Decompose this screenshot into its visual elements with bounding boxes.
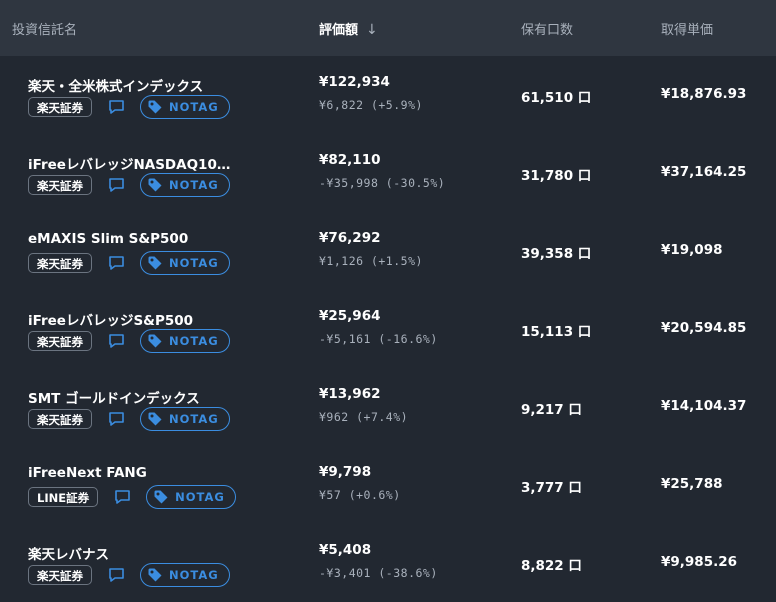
notag-label: NOTAG (169, 100, 219, 114)
fund-name[interactable]: eMAXIS Slim S&P500 (28, 231, 188, 247)
units-value: 3,777 口 (521, 480, 582, 496)
notag-label: NOTAG (175, 490, 225, 504)
units-value: 31,780 口 (521, 168, 592, 184)
notag-button[interactable]: NOTAG (140, 251, 230, 275)
comment-icon[interactable] (113, 488, 131, 506)
fund-name[interactable]: 楽天・全米株式インデックス (28, 75, 203, 95)
column-header-unit-price[interactable]: 取得単価 (661, 19, 713, 38)
unit-price-value: ¥14,104.37 (661, 398, 747, 414)
table-row[interactable]: SMT ゴールドインデックス 楽天証券 NOTAG ¥13,962 ¥962 (… (0, 368, 776, 446)
valuation-value: ¥82,110 (319, 152, 381, 168)
valuation-change: -¥35,998 (-30.5%) (319, 176, 446, 190)
unit-price-value: ¥25,788 (661, 476, 723, 492)
tag-icon (148, 178, 162, 192)
notag-label: NOTAG (169, 334, 219, 348)
notag-button[interactable]: NOTAG (140, 563, 230, 587)
fund-name[interactable]: iFreeレバレッジS&P500 (28, 309, 193, 329)
table-row[interactable]: 楽天・全米株式インデックス 楽天証券 NOTAG ¥122,934 ¥6,822… (0, 56, 776, 134)
valuation-change: -¥3,401 (-38.6%) (319, 566, 438, 580)
valuation-value: ¥13,962 (319, 386, 381, 402)
notag-button[interactable]: NOTAG (140, 95, 230, 119)
unit-price-value: ¥18,876.93 (661, 86, 747, 102)
unit-price-value: ¥19,098 (661, 242, 723, 258)
valuation-value: ¥5,408 (319, 542, 372, 558)
fund-name[interactable]: SMT ゴールドインデックス (28, 387, 200, 407)
comment-icon[interactable] (107, 176, 125, 194)
valuation-change: ¥962 (+7.4%) (319, 410, 409, 424)
table-row[interactable]: iFreeNext FANG LINE証券 NOTAG ¥9,798 ¥57 (… (0, 446, 776, 524)
units-value: 8,822 口 (521, 558, 582, 574)
table-header: 投資信託名 評価額 ↓ 保有口数 取得単価 (0, 0, 776, 56)
sort-down-icon: ↓ (366, 21, 378, 38)
broker-badge: 楽天証券 (28, 175, 92, 195)
units-value: 9,217 口 (521, 402, 582, 418)
table-body: 楽天・全米株式インデックス 楽天証券 NOTAG ¥122,934 ¥6,822… (0, 56, 776, 602)
tag-icon (154, 490, 168, 504)
fund-chips: 楽天証券 NOTAG (28, 563, 230, 587)
valuation-change: ¥1,126 (+1.5%) (319, 254, 423, 268)
unit-price-value: ¥37,164.25 (661, 164, 747, 180)
fund-chips: LINE証券 NOTAG (28, 485, 236, 509)
notag-button[interactable]: NOTAG (140, 173, 230, 197)
column-header-valuation-label: 評価額 (319, 22, 359, 38)
broker-badge: 楽天証券 (28, 253, 92, 273)
fund-chips: 楽天証券 NOTAG (28, 329, 230, 353)
units-value: 61,510 口 (521, 90, 592, 106)
table-row[interactable]: iFreeレバレッジNASDAQ10… 楽天証券 NOTAG ¥82,110 -… (0, 134, 776, 212)
tag-icon (148, 568, 162, 582)
fund-chips: 楽天証券 NOTAG (28, 251, 230, 275)
comment-icon[interactable] (107, 566, 125, 584)
broker-badge: 楽天証券 (28, 565, 92, 585)
column-header-valuation[interactable]: 評価額 ↓ (319, 19, 378, 38)
fund-chips: 楽天証券 NOTAG (28, 95, 230, 119)
broker-badge: 楽天証券 (28, 409, 92, 429)
units-value: 15,113 口 (521, 324, 592, 340)
comment-icon[interactable] (107, 410, 125, 428)
fund-name[interactable]: iFreeNext FANG (28, 465, 147, 481)
valuation-change: -¥5,161 (-16.6%) (319, 332, 438, 346)
valuation-change: ¥57 (+0.6%) (319, 488, 401, 502)
notag-label: NOTAG (169, 568, 219, 582)
valuation-change: ¥6,822 (+5.9%) (319, 98, 423, 112)
broker-badge: 楽天証券 (28, 331, 92, 351)
valuation-value: ¥122,934 (319, 74, 390, 90)
valuation-value: ¥76,292 (319, 230, 381, 246)
fund-name[interactable]: iFreeレバレッジNASDAQ10… (28, 153, 230, 173)
column-header-fund-name[interactable]: 投資信託名 (12, 19, 77, 38)
tag-icon (148, 412, 162, 426)
tag-icon (148, 256, 162, 270)
notag-button[interactable]: NOTAG (140, 407, 230, 431)
notag-label: NOTAG (169, 412, 219, 426)
comment-icon[interactable] (107, 332, 125, 350)
unit-price-value: ¥20,594.85 (661, 320, 747, 336)
fund-chips: 楽天証券 NOTAG (28, 407, 230, 431)
fund-name[interactable]: 楽天レバナス (28, 543, 109, 563)
notag-button[interactable]: NOTAG (146, 485, 236, 509)
tag-icon (148, 334, 162, 348)
column-header-units[interactable]: 保有口数 (521, 19, 573, 38)
comment-icon[interactable] (107, 254, 125, 272)
broker-badge: 楽天証券 (28, 97, 92, 117)
comment-icon[interactable] (107, 98, 125, 116)
unit-price-value: ¥9,985.26 (661, 554, 738, 570)
table-row[interactable]: iFreeレバレッジS&P500 楽天証券 NOTAG ¥25,964 -¥5,… (0, 290, 776, 368)
table-row[interactable]: eMAXIS Slim S&P500 楽天証券 NOTAG ¥76,292 ¥1… (0, 212, 776, 290)
fund-table: 投資信託名 評価額 ↓ 保有口数 取得単価 楽天・全米株式インデックス 楽天証券 … (0, 0, 776, 602)
fund-chips: 楽天証券 NOTAG (28, 173, 230, 197)
table-row[interactable]: 楽天レバナス 楽天証券 NOTAG ¥5,408 -¥3,401 (-38.6%… (0, 524, 776, 602)
broker-badge: LINE証券 (28, 487, 99, 507)
notag-label: NOTAG (169, 178, 219, 192)
notag-label: NOTAG (169, 256, 219, 270)
tag-icon (148, 100, 162, 114)
valuation-value: ¥9,798 (319, 464, 372, 480)
valuation-value: ¥25,964 (319, 308, 381, 324)
units-value: 39,358 口 (521, 246, 592, 262)
notag-button[interactable]: NOTAG (140, 329, 230, 353)
